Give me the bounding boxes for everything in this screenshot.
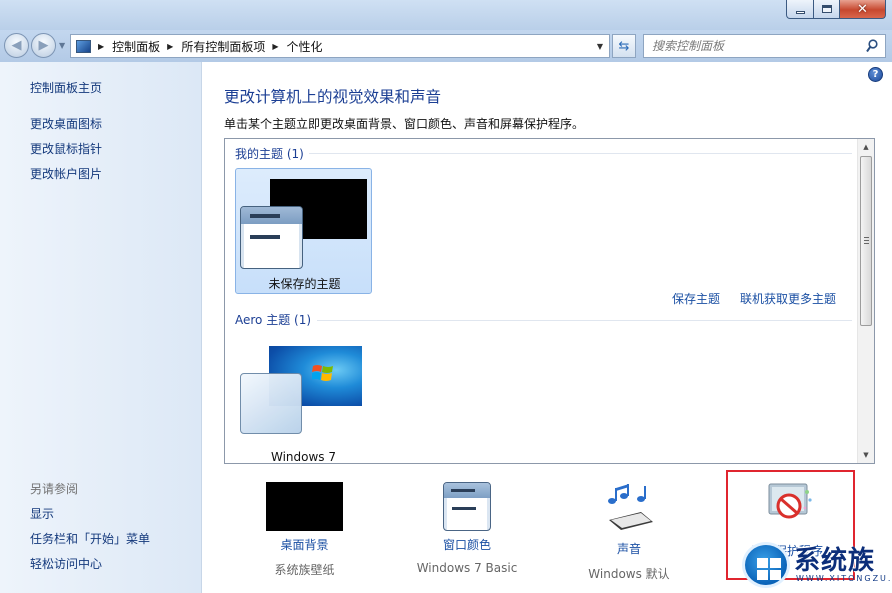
main-content: ? 更改计算机上的视觉效果和声音 单击某个主题立即更改桌面背景、窗口颜色、声音和… — [202, 62, 892, 593]
sounds-value: Windows 默认 — [588, 567, 670, 581]
save-theme-link[interactable]: 保存主题 — [672, 290, 720, 307]
desktop-background-value: 系统族壁纸 — [274, 563, 335, 577]
scroll-up-icon[interactable]: ▲ — [858, 139, 874, 155]
group-divider — [317, 320, 852, 321]
theme-window-thumbnail — [240, 206, 303, 269]
theme-tile-label: Windows 7 — [270, 450, 336, 464]
window-color-label[interactable]: 窗口颜色 — [414, 536, 520, 553]
site-watermark: 系统族 WWW.XITONGZU.COM — [736, 536, 892, 593]
window-color-icon — [443, 482, 491, 531]
recent-pages-dropdown[interactable]: ▼ — [59, 41, 65, 50]
themes-list: 我的主题 (1) 未保存的主题 保存主题 联机获取更多主题 Aero 主题 (1… — [224, 138, 875, 464]
desktop-background-label[interactable]: 桌面背景 — [266, 536, 343, 553]
close-button[interactable]: ✕ — [840, 0, 886, 19]
forward-arrow-icon: ▶ — [38, 38, 49, 53]
chevron-right-icon[interactable]: ▶ — [98, 42, 104, 51]
chevron-right-icon[interactable]: ▶ — [167, 42, 173, 51]
maximize-button[interactable] — [814, 0, 840, 19]
minimize-button[interactable] — [786, 0, 814, 19]
window-color-item[interactable]: 窗口颜色 Windows 7 Basic — [414, 482, 520, 575]
breadcrumb-control-panel[interactable]: 控制面板 — [112, 38, 160, 55]
breadcrumb-all-items[interactable]: 所有控制面板项 — [181, 38, 265, 55]
search-input[interactable] — [644, 35, 854, 57]
title-bar: ✕ — [0, 0, 892, 30]
get-more-themes-online-link[interactable]: 联机获取更多主题 — [740, 290, 836, 307]
back-arrow-icon: ◀ — [11, 38, 22, 53]
theme-window-thumbnail — [240, 373, 302, 434]
search-box — [643, 34, 886, 58]
link-display[interactable]: 显示 — [30, 505, 54, 522]
link-change-account-picture[interactable]: 更改帐户图片 — [30, 165, 102, 182]
watermark-logo-icon — [742, 542, 790, 588]
watermark-text: 系统族 — [794, 546, 876, 576]
desktop-background-icon — [266, 482, 343, 531]
maximize-icon — [821, 5, 832, 13]
page-description: 单击某个主题立即更改桌面背景、窗口颜色、声音和屏幕保护程序。 — [224, 117, 585, 131]
close-icon: ✕ — [857, 1, 868, 17]
minimize-icon — [795, 10, 805, 14]
watermark-subtext: WWW.XITONGZU.COM — [796, 574, 892, 583]
windows-logo-icon — [312, 365, 333, 381]
themes-scrollbar[interactable]: ▲ ▼ — [857, 139, 874, 463]
screen-saver-icon — [768, 483, 812, 519]
music-notes-icon — [608, 484, 653, 530]
link-ease-of-access-center[interactable]: 轻松访问中心 — [30, 555, 102, 572]
window-controls: ✕ — [786, 0, 886, 19]
refresh-icon: ⇆ — [618, 38, 630, 54]
back-button[interactable]: ◀ — [4, 33, 29, 58]
link-change-mouse-pointers[interactable]: 更改鼠标指针 — [30, 140, 102, 157]
my-themes-group-title: 我的主题 (1) — [235, 147, 304, 161]
link-taskbar-start-menu[interactable]: 任务栏和「开始」菜单 — [30, 530, 150, 547]
refresh-button[interactable]: ⇆ — [612, 34, 636, 58]
see-also-title: 另请参阅 — [30, 482, 79, 496]
desktop-background-item[interactable]: 桌面背景 系统族壁纸 — [266, 482, 343, 578]
scrollbar-thumb[interactable] — [860, 156, 872, 326]
search-icon[interactable] — [866, 39, 878, 53]
sounds-item[interactable]: 声音 Windows 默认 — [586, 482, 672, 582]
window-color-value: Windows 7 Basic — [416, 561, 518, 575]
forward-button[interactable]: ▶ — [31, 33, 56, 58]
breadcrumb-personalization[interactable]: 个性化 — [287, 38, 323, 55]
control-panel-icon — [76, 39, 91, 53]
page-title: 更改计算机上的视觉效果和声音 — [224, 88, 442, 106]
help-icon[interactable]: ? — [868, 67, 883, 82]
link-change-desktop-icons[interactable]: 更改桌面图标 — [30, 115, 102, 132]
aero-themes-group-title: Aero 主题 (1) — [235, 313, 312, 327]
chevron-right-icon[interactable]: ▶ — [272, 42, 278, 51]
theme-tile-unsaved[interactable]: 未保存的主题 — [235, 168, 372, 294]
sounds-label[interactable]: 声音 — [586, 540, 672, 557]
left-task-pane: 控制面板主页 更改桌面图标 更改鼠标指针 更改帐户图片 另请参阅 显示 任务栏和… — [0, 62, 202, 593]
address-bar[interactable]: ▶ 控制面板 ▶ 所有控制面板项 ▶ 个性化 ▼ — [70, 34, 610, 58]
scroll-down-icon[interactable]: ▼ — [858, 447, 874, 463]
theme-tile-label: 未保存的主题 — [268, 277, 341, 291]
link-control-panel-home[interactable]: 控制面板主页 — [30, 79, 102, 96]
address-dropdown-icon[interactable]: ▼ — [591, 42, 609, 51]
navigation-bar: ◀ ▶ ▼ ▶ 控制面板 ▶ 所有控制面板项 ▶ 个性化 ▼ ⇆ — [0, 30, 892, 62]
group-divider — [309, 153, 852, 154]
